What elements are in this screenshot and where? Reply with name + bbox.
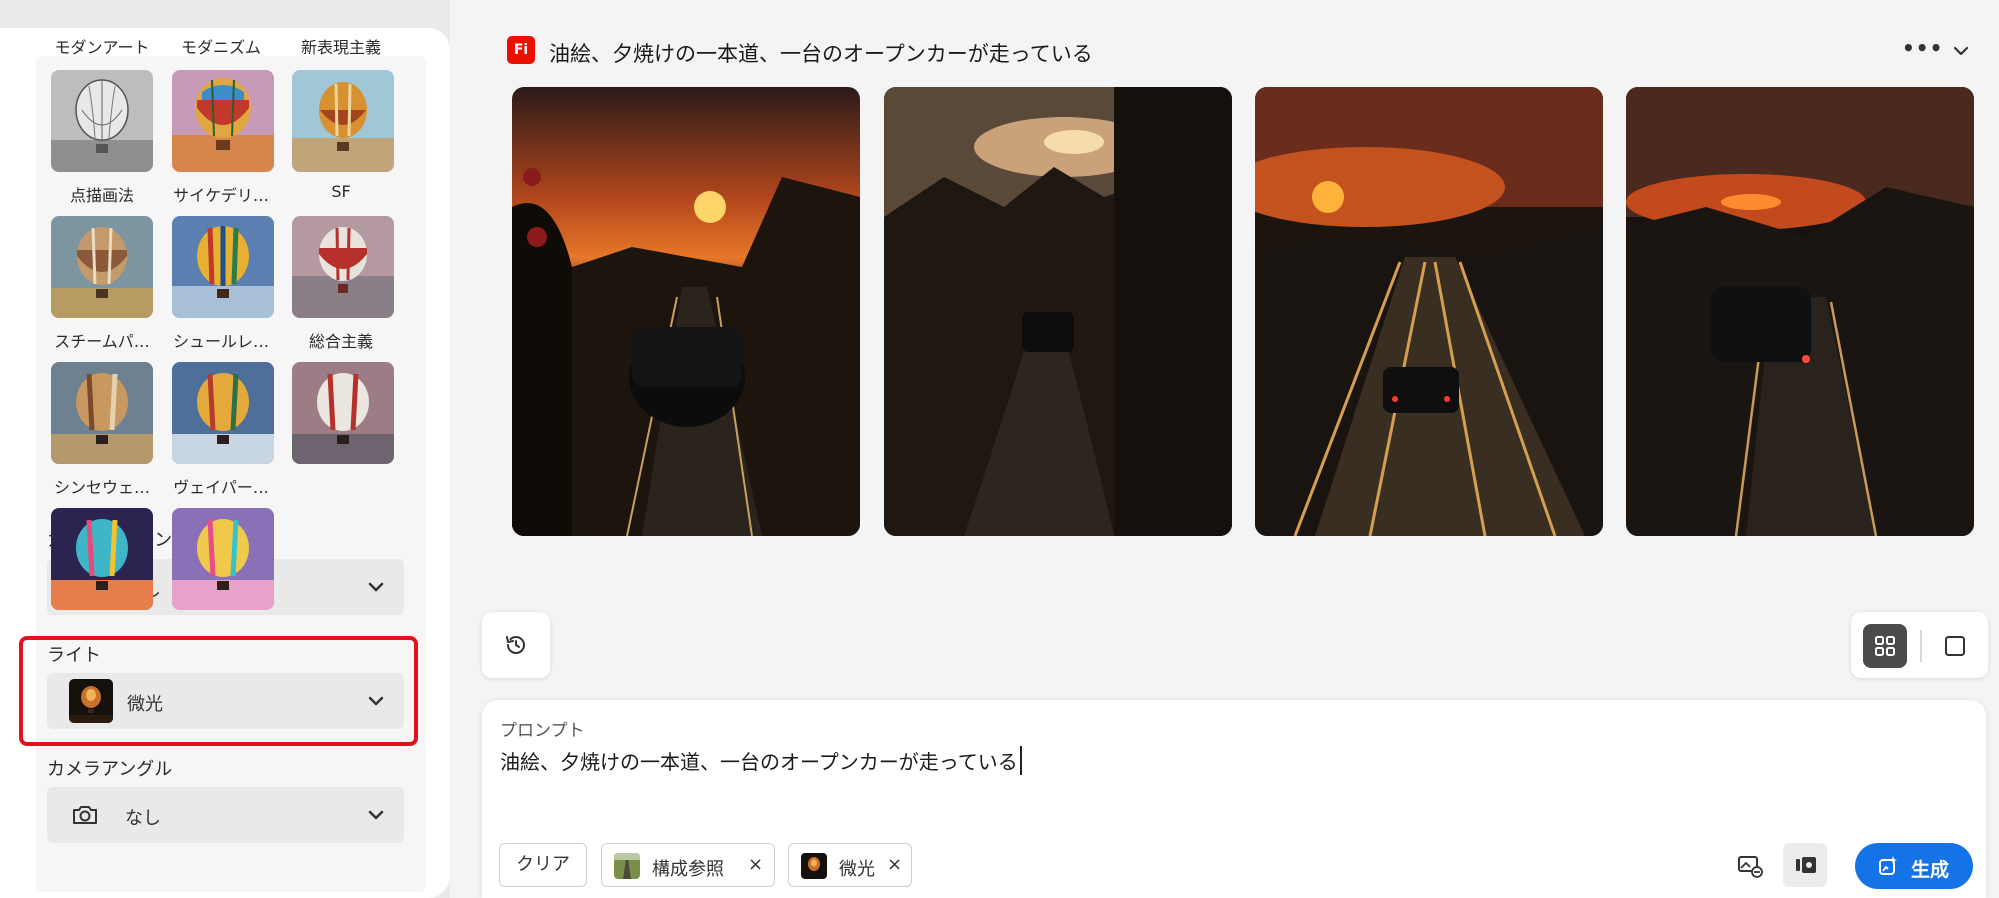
generation-title: 油絵、夕焼けの一本道、一台のオープンカーが走っている	[549, 42, 1093, 66]
view-toggle	[1851, 612, 1988, 678]
grid-icon	[1875, 636, 1895, 656]
single-view-button[interactable]	[1933, 624, 1977, 668]
tag-composition-reference-label: 構成参照	[652, 859, 724, 880]
style-synthetism-thumbnail[interactable]	[292, 362, 394, 464]
style-label-pointillism: 点描画法	[69, 186, 134, 205]
style-modernism-thumbnail[interactable]	[172, 70, 274, 172]
style-label-steampunk: スチームパ…	[54, 332, 150, 351]
style-label-vaporwave: ヴェイパー…	[173, 478, 269, 497]
reference-button[interactable]	[1783, 843, 1827, 887]
composition-reference-thumbnail	[614, 853, 640, 879]
chevron-down-icon[interactable]	[1948, 38, 1974, 64]
more-icon[interactable]: •••	[1902, 36, 1942, 64]
style-label-psychedelic: サイケデリ…	[173, 186, 269, 205]
style-label-modernism: モダニズム	[180, 38, 261, 57]
image-settings-icon	[1738, 856, 1763, 878]
image-settings-button[interactable]	[1728, 843, 1772, 887]
style-label-synthetism: 総合主義	[308, 332, 373, 351]
prompt-label: プロンプト	[500, 721, 585, 741]
generated-image-2[interactable]	[884, 87, 1232, 536]
remove-dim-light-button[interactable]: ×	[887, 854, 902, 875]
style-label-scifi: SF	[331, 182, 351, 201]
firefly-app-badge: Fi	[507, 36, 535, 64]
style-scifi-thumbnail[interactable]	[292, 216, 394, 318]
style-label-neo-expressionism: 新表現主義	[300, 38, 381, 57]
generated-image-3[interactable]	[1255, 87, 1603, 536]
style-pointillism-thumbnail[interactable]	[51, 216, 153, 318]
prompt-panel: プロンプト 油絵、夕焼けの一本道、一台のオープンカーが走っている クリア 構成参…	[482, 700, 1986, 898]
view-toggle-divider	[1920, 630, 1922, 662]
style-label-modern-art: モダンアート	[54, 38, 150, 57]
history-button[interactable]	[482, 612, 550, 678]
chevron-down-icon	[368, 582, 384, 592]
generate-button[interactable]: 生成	[1855, 843, 1973, 889]
tag-dim-light-label: 微光	[839, 859, 875, 880]
style-steampunk-thumbnail[interactable]	[51, 362, 153, 464]
chevron-down-icon	[368, 810, 384, 820]
camera-angle-dropdown[interactable]: なし	[47, 787, 404, 843]
history-icon	[506, 636, 525, 654]
style-psychedelic-thumbnail[interactable]	[172, 216, 274, 318]
style-modern-art-thumbnail[interactable]	[51, 70, 153, 172]
style-vaporwave-thumbnail[interactable]	[172, 508, 274, 610]
generated-image-1[interactable]	[512, 87, 860, 536]
clear-button[interactable]: クリア	[499, 843, 587, 887]
reference-icon	[1796, 857, 1816, 873]
style-synthwave-thumbnail[interactable]	[51, 508, 153, 610]
generate-icon	[1879, 856, 1897, 875]
lighting-highlight-frame	[19, 636, 418, 746]
tag-composition-reference: 構成参照 ×	[601, 843, 775, 887]
style-neo-expressionism-thumbnail[interactable]	[292, 70, 394, 172]
remove-composition-reference-button[interactable]: ×	[748, 854, 763, 875]
generate-label: 生成	[1911, 859, 1950, 881]
square-icon	[1945, 636, 1965, 656]
camera-angle-label: カメラアングル	[47, 759, 173, 780]
tag-dim-light: 微光 ×	[788, 843, 912, 887]
prompt-input[interactable]: 油絵、夕焼けの一本道、一台のオープンカーが走っている	[500, 746, 1022, 775]
dim-light-thumbnail	[801, 853, 827, 879]
style-label-surreal: シュールレ…	[172, 332, 269, 351]
style-surreal-thumbnail[interactable]	[172, 362, 274, 464]
camera-icon	[73, 806, 97, 824]
camera-angle-value: なし	[125, 808, 161, 829]
generated-image-4[interactable]	[1626, 87, 1974, 536]
grid-view-button[interactable]	[1863, 624, 1907, 668]
style-label-synthwave: シンセウェ…	[53, 478, 150, 497]
